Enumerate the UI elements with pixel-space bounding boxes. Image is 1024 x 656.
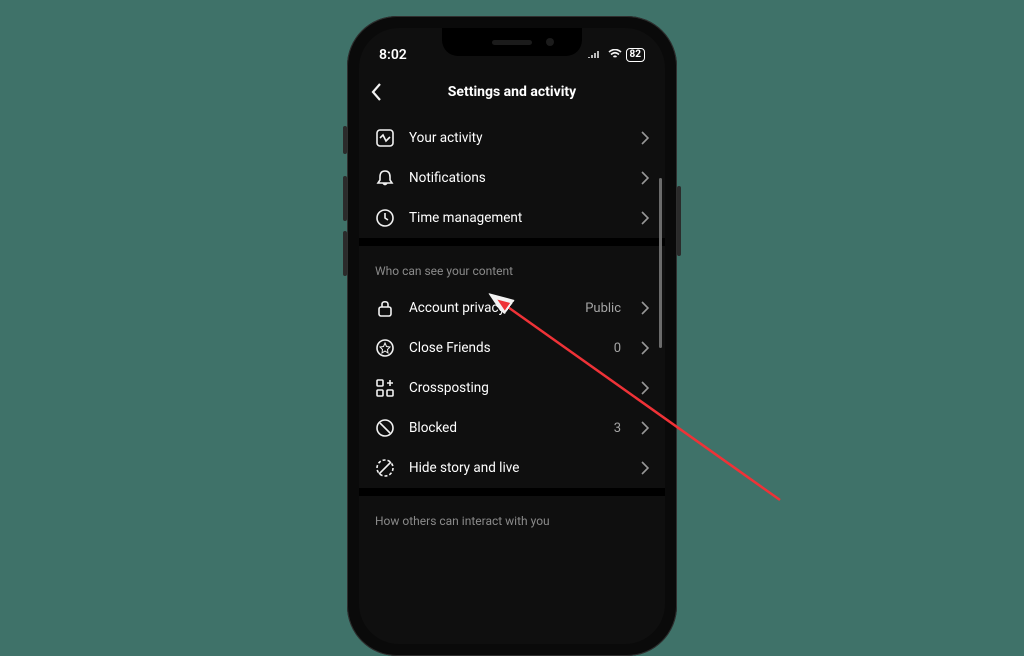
chevron-right-icon: [641, 171, 649, 185]
side-button: [343, 126, 347, 154]
row-close-friends[interactable]: Close Friends 0: [359, 328, 665, 368]
row-value: 3: [614, 421, 621, 436]
row-label: Crossposting: [409, 380, 627, 396]
blocked-icon: [375, 418, 395, 438]
chevron-right-icon: [641, 421, 649, 435]
volume-down-button: [343, 231, 347, 276]
section-heading-visibility: Who can see your content: [359, 246, 665, 288]
row-label: Account privacy: [409, 300, 571, 316]
hide-icon: [375, 458, 395, 478]
row-crossposting[interactable]: Crossposting: [359, 368, 665, 408]
page-title: Settings and activity: [448, 84, 576, 100]
chevron-right-icon: [641, 341, 649, 355]
row-label: Time management: [409, 210, 627, 226]
row-label: Hide story and live: [409, 460, 627, 476]
lock-icon: [375, 298, 395, 318]
chevron-right-icon: [641, 131, 649, 145]
wifi-icon: [608, 48, 622, 62]
grid-plus-icon: [375, 378, 395, 398]
chevron-right-icon: [641, 461, 649, 475]
status-right: 82: [588, 48, 645, 62]
row-account-privacy[interactable]: Account privacy Public: [359, 288, 665, 328]
volume-up-button: [343, 176, 347, 221]
phone-frame: 8:02 82 Settings and activity: [347, 16, 677, 656]
row-label: Notifications: [409, 170, 627, 186]
row-label: Your activity: [409, 130, 627, 146]
star-circle-icon: [375, 338, 395, 358]
phone-notch: [442, 28, 582, 56]
back-button[interactable]: [371, 82, 391, 102]
activity-icon: [375, 128, 395, 148]
section-heading-interaction: How others can interact with you: [359, 496, 665, 538]
row-value: Public: [585, 301, 621, 316]
chevron-right-icon: [641, 301, 649, 315]
row-time-management[interactable]: Time management: [359, 198, 665, 238]
bell-icon: [375, 168, 395, 188]
row-label: Close Friends: [409, 340, 600, 356]
section-divider: [359, 238, 665, 246]
settings-content[interactable]: Your activity Notifications Time managem…: [359, 112, 665, 544]
row-value: 0: [614, 341, 621, 356]
chevron-right-icon: [641, 381, 649, 395]
chevron-right-icon: [641, 211, 649, 225]
row-hide-story[interactable]: Hide story and live: [359, 448, 665, 488]
section-divider: [359, 488, 665, 496]
scroll-indicator[interactable]: [659, 178, 662, 348]
row-blocked[interactable]: Blocked 3: [359, 408, 665, 448]
signal-icon: [588, 48, 604, 62]
row-notifications[interactable]: Notifications: [359, 158, 665, 198]
status-time: 8:02: [379, 47, 407, 63]
page-header: Settings and activity: [359, 72, 665, 112]
phone-screen: 8:02 82 Settings and activity: [359, 28, 665, 644]
power-button: [677, 186, 681, 256]
row-label: Blocked: [409, 420, 600, 436]
battery-indicator: 82: [626, 48, 645, 62]
clock-icon: [375, 208, 395, 228]
row-your-activity[interactable]: Your activity: [359, 118, 665, 158]
